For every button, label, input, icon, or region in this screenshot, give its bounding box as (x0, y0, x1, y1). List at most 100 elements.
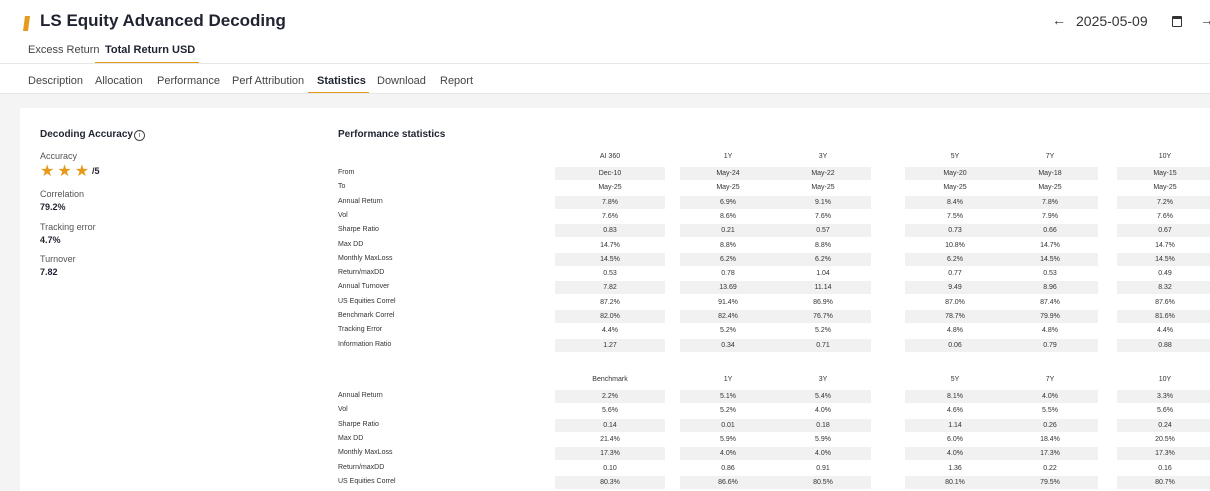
table-row: Annual Turnover 7.82 13.69 11.14 9.49 8.96 8.3… (336, 281, 1210, 295)
table-cell: 4.0% (905, 447, 1005, 461)
table-cell: 87.4% (1040, 298, 1060, 306)
table-cell: 1.04 (816, 270, 830, 278)
row-label: Max DD (338, 434, 364, 442)
table-cell: 20.5% (1155, 435, 1175, 443)
table-cell: 4.4% (602, 327, 618, 335)
table-cell: May-18 (1002, 167, 1098, 180)
tab-description[interactable]: Description (28, 75, 83, 87)
table-cell: 86.9% (813, 298, 833, 306)
table-cell: 4.0% (815, 407, 831, 415)
column-header: AI 360 (599, 153, 621, 160)
table-row: Max DD 14.7% 8.8% 8.8% 10.8% 14.7% 14.7% (336, 239, 1210, 252)
table-cell: 80.7% (1117, 475, 1210, 489)
row-label: From (338, 169, 355, 176)
table-cell: 5.2% (815, 327, 831, 335)
tab-performance[interactable]: Performance (157, 75, 220, 87)
subtab-excess-return[interactable]: Excess Return (28, 44, 100, 56)
table-cell: 17.3% (1002, 447, 1098, 461)
turnover-label: Turnover (40, 254, 76, 264)
table-cell: 9.49 (905, 281, 1005, 295)
brand-logo-icon (23, 16, 30, 31)
table-cell: 14.7% (1040, 241, 1060, 249)
table-cell: 0.06 (905, 338, 1005, 352)
table-row: Return/maxDD 0.10 0.86 0.91 1.36 0.22 0.16 (336, 462, 1210, 475)
table-row: Information Ratio 1.27 0.34 0.71 0.06 0.79 0.8… (336, 338, 1210, 352)
table-cell: 0.49 (1158, 270, 1172, 278)
row-label: Vol (338, 406, 348, 414)
row-label: Return/maxDD (338, 269, 385, 277)
table-cell: 8.1% (905, 390, 1005, 403)
table-cell: 5.9% (720, 435, 736, 443)
table-cell: May-25 (716, 184, 740, 192)
tab-report[interactable]: Report (440, 75, 473, 87)
table-cell: 87.0% (945, 298, 965, 306)
table-cell: 0.78 (721, 270, 735, 278)
table-cell: 7.5% (947, 212, 963, 220)
table-cell: 3.3% (1117, 390, 1210, 403)
table-cell: 1.27 (555, 338, 665, 352)
table-cell: 0.86 (721, 464, 735, 472)
table-cell: 4.0% (680, 447, 776, 461)
table-cell: 80.3% (555, 475, 665, 489)
page-background (0, 94, 20, 491)
table-cell: 0.53 (603, 270, 617, 278)
table-cell: 4.8% (1042, 327, 1058, 335)
table-cell: 0.26 (1002, 418, 1098, 432)
table-cell: 7.82 (555, 281, 665, 295)
table-row: US Equities Correl 80.3% 86.6% 80.5% 80.1% 79… (336, 475, 1210, 489)
table-cell: 5.2% (720, 327, 736, 335)
table-cell: 6.2% (680, 252, 776, 266)
table-row: Annual Return 7.8% 6.9% 9.1% 8.4% 7.8% 7.2% (336, 195, 1210, 209)
tab-download[interactable]: Download (377, 75, 426, 87)
table-cell: 18.4% (1040, 435, 1060, 443)
table-cell: May-24 (680, 167, 776, 180)
table-cell: 1.36 (948, 464, 962, 472)
table-cell: 5.1% (680, 390, 776, 403)
row-label: US Equities Correl (338, 477, 396, 485)
table-cell: 9.1% (775, 195, 871, 209)
table-cell: 8.8% (815, 241, 831, 249)
row-label: Annual Return (338, 197, 383, 205)
arrow-left-icon[interactable]: ← (1052, 12, 1066, 28)
table-row: Monthly MaxLoss 14.5% 6.2% 6.2% 6.2% 14.5% 14.… (336, 252, 1210, 266)
arrow-right-icon[interactable]: → (1200, 12, 1210, 28)
column-header: 5Y (950, 153, 960, 160)
column-header: 10Y (1158, 376, 1172, 383)
table-cell: 1.14 (905, 418, 1005, 432)
table-cell: 0.88 (1117, 338, 1210, 352)
info-icon[interactable]: i (134, 130, 145, 141)
tab-perf-attribution[interactable]: Perf Attribution (232, 75, 304, 87)
table-cell: 78.7% (905, 310, 1005, 323)
column-header: 1Y (723, 376, 733, 383)
row-label: Vol (338, 211, 348, 219)
table-cell: 80.1% (905, 475, 1005, 489)
table-cell: 0.53 (1043, 270, 1057, 278)
table-cell: May-25 (811, 184, 835, 192)
table-cell: 5.4% (775, 390, 871, 403)
tab-statistics[interactable]: Statistics (317, 75, 366, 87)
table-cell: 8.8% (720, 241, 736, 249)
calendar-icon[interactable] (1172, 16, 1182, 27)
table-cell: 0.22 (1043, 464, 1057, 472)
date-navigator: ← 2025-05-09 → (1050, 12, 1210, 32)
row-label: Annual Return (338, 392, 383, 399)
table-cell: 14.7% (600, 241, 620, 249)
table-cell: 5.5% (1042, 407, 1058, 415)
table-cell: 6.2% (905, 252, 1005, 266)
accuracy-label: Accuracy (40, 151, 78, 161)
table-cell: 7.8% (1002, 195, 1098, 209)
subtab-total-return-usd[interactable]: Total Return USD (105, 44, 195, 56)
table-cell: 17.3% (1117, 447, 1210, 461)
section-heading: Decoding Accuracy (40, 129, 133, 140)
page-background (0, 94, 1210, 108)
page-title: LS Equity Advanced Decoding (40, 11, 286, 30)
column-header: Benchmark (592, 376, 628, 383)
tracking-error-label: Tracking error (40, 222, 96, 232)
column-header: 7Y (1045, 153, 1055, 160)
table-cell: 13.69 (680, 281, 776, 295)
date-field[interactable]: 2025-05-09 (1076, 13, 1148, 29)
table-cell: 5.9% (815, 435, 831, 443)
tab-allocation[interactable]: Allocation (95, 75, 143, 87)
table-cell: 6.9% (680, 195, 776, 209)
table-cell: 4.6% (947, 407, 963, 415)
